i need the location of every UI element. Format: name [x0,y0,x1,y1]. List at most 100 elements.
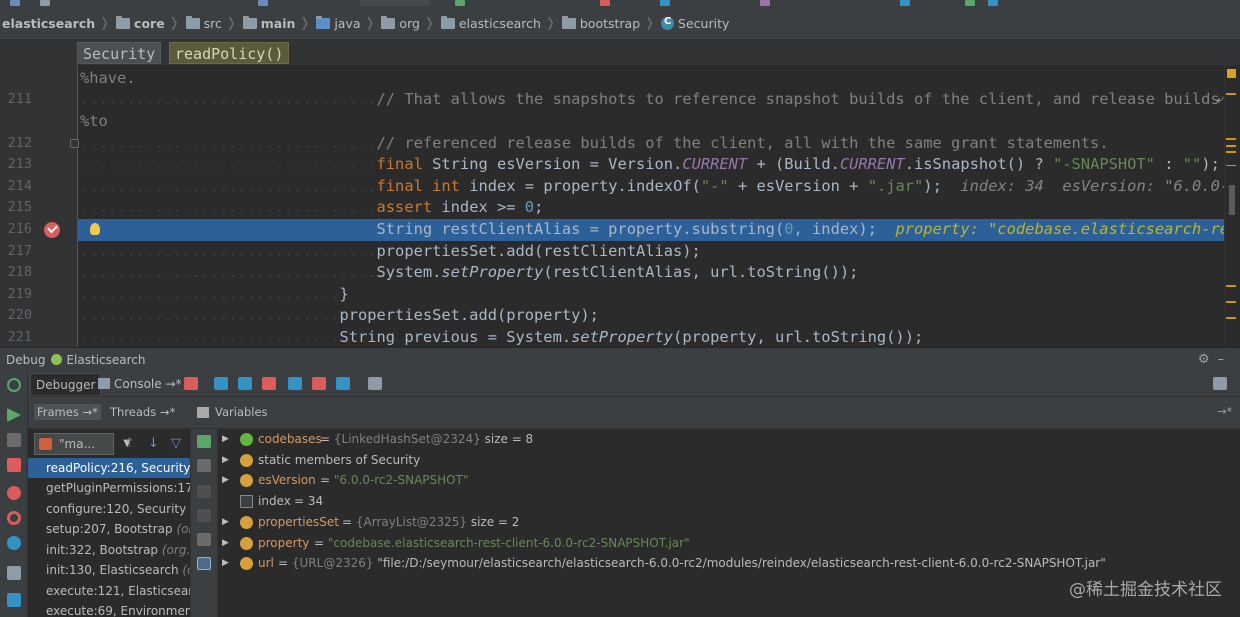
restore-layout-icon[interactable] [1213,377,1227,390]
get-thread-dump-icon[interactable] [7,536,21,550]
lightbulb-icon[interactable] [90,223,100,235]
inline-debug-value: index: 34 esVersion: "6.0.0- [960,176,1230,195]
stop-icon[interactable] [7,458,21,472]
frame-item[interactable]: execute:121, Elasticsearch [28,581,190,602]
move-down-icon[interactable] [197,509,211,522]
settings-icon[interactable] [7,593,21,607]
camera-icon[interactable] [7,566,21,580]
warning-icon [1227,69,1236,78]
view-breakpoints-icon[interactable] [7,486,21,500]
evaluate-expression-icon[interactable] [368,377,382,390]
code-line-221: ............................String previ… [80,328,924,346]
tab-frames[interactable]: Frames →* [34,404,101,420]
variable-row[interactable]: ▶ static members of Security [218,450,1240,471]
frame-down-icon[interactable]: ↓ [148,436,159,451]
variable-row[interactable]: ▶ url = {URL@2326} "file:/D:/seymour/ela… [218,553,1240,574]
show-execution-point-icon[interactable] [184,377,198,390]
vcs-icon[interactable] [760,0,770,6]
move-up-icon[interactable] [197,485,211,498]
frame-item[interactable]: init:322, Bootstrap (org.e [28,540,190,561]
expand-arrow-icon[interactable]: ▶ [222,429,229,450]
code-editor[interactable]: 211 212 213 214 215 216 217 218 219 220 … [0,65,1240,347]
package-icon [561,16,576,29]
variable-row[interactable]: index = 34 [218,491,1240,512]
rerun-icon[interactable] [7,378,21,392]
pause-icon[interactable] [7,433,21,447]
crumb-security[interactable]: Security [661,16,729,31]
tab-threads[interactable]: Threads →* [110,405,175,419]
variable-row[interactable]: ▶ codebases = {LinkedHashSet@2324} size … [218,429,1240,450]
breakpoint-icon[interactable] [44,221,60,238]
tab-console[interactable]: Console →* [94,373,187,395]
variable-row[interactable]: ▶ esVersion = "6.0.0-rc2-SNAPSHOT" [218,470,1240,491]
new-watch-icon[interactable] [197,435,211,448]
frame-item[interactable]: init:130, Elasticsearch (org [28,560,190,581]
run-config-select[interactable] [360,0,430,6]
crumb-org[interactable]: org ❭ [381,16,440,31]
copy-icon[interactable] [197,533,211,546]
expand-arrow-icon[interactable]: ▶ [222,512,229,533]
expand-arrow-icon[interactable]: ▶ [222,553,229,574]
variable-row[interactable]: ▶ propertiesSet = {ArrayList@2325} size … [218,512,1240,533]
crumb-method-readpolicy[interactable]: readPolicy() [169,42,290,64]
fold-marker[interactable] [70,139,79,148]
frame-item[interactable]: execute:69, EnvironmentA [28,601,190,617]
sync-icon[interactable] [40,0,50,6]
crumb-java[interactable]: java ❭ [316,16,381,31]
thread-icon [39,438,52,450]
frame-item[interactable]: getPluginPermissions:173 [28,478,190,499]
frame-item[interactable]: configure:120, Security (o [28,499,190,520]
drop-frame-icon[interactable] [312,377,326,390]
stop-icon[interactable] [600,0,610,6]
editor-error-stripe[interactable] [1224,65,1240,347]
pin-icon[interactable]: →* [1217,405,1232,418]
field-icon [240,474,253,488]
show-watches-icon[interactable] [197,557,211,570]
force-step-into-icon[interactable] [262,377,276,390]
resume-icon[interactable] [7,408,21,422]
step-out-icon[interactable] [288,377,302,390]
tab-debugger[interactable]: Debugger [30,373,102,395]
crumb-class-security[interactable]: Security [77,42,162,64]
frame-up-icon[interactable]: ↑ [124,436,135,451]
line-number: 219 [7,285,32,302]
run-to-cursor-icon[interactable] [336,377,350,390]
crumb-bootstrap[interactable]: bootstrap ❭ [561,16,661,31]
frame-item[interactable]: setup:207, Bootstrap (org [28,519,190,540]
expand-arrow-icon[interactable]: ▶ [222,450,229,471]
expand-arrow-icon[interactable]: ▶ [222,533,229,554]
build-icon[interactable] [660,0,670,6]
run-icon[interactable] [455,0,465,6]
code-line-212: ................................// refer… [80,133,1109,152]
step-into-icon[interactable] [238,377,252,390]
code-line-wrap: %have. [80,68,136,87]
frame-item[interactable]: readPolicy:216, Security (o [28,457,190,478]
back-icon[interactable] [258,0,268,6]
terminal-icon[interactable] [965,0,975,6]
code-line-216-current: ................................String r… [78,219,1238,241]
mute-breakpoints-icon[interactable] [7,511,21,525]
variable-row[interactable]: ▶ property = "codebase.elasticsearch-res… [218,533,1240,554]
settings-gear-icon[interactable]: ⚙– [1198,352,1232,367]
class-icon [661,16,675,30]
crumb-elasticsearch-pkg[interactable]: elasticsearch ❭ [440,16,562,31]
thread-selector[interactable]: "ma... ▼ [34,433,131,455]
folder-icon [116,16,131,29]
field-icon [240,536,253,550]
expand-arrow-icon[interactable]: ▶ [222,470,229,491]
main-toolbar [0,0,1240,8]
crumb-main[interactable]: main ❭ [242,16,317,31]
crumb-elasticsearch[interactable]: elasticsearch ❭ [2,16,116,31]
structure-icon[interactable] [900,0,910,6]
line-number: 218 [7,264,32,281]
soft-wrap-icon: ⤶ [1216,92,1224,108]
scrollbar-thumb[interactable] [1229,185,1235,215]
step-over-icon[interactable] [214,377,228,390]
filter-icon[interactable]: ▽ [171,436,181,451]
crumb-src[interactable]: src ❭ [185,16,243,31]
remove-watch-icon[interactable] [197,459,211,472]
save-icon[interactable] [10,0,20,6]
crumb-core[interactable]: core ❭ [116,16,186,31]
package-icon [440,16,455,29]
help-icon[interactable] [988,0,998,6]
